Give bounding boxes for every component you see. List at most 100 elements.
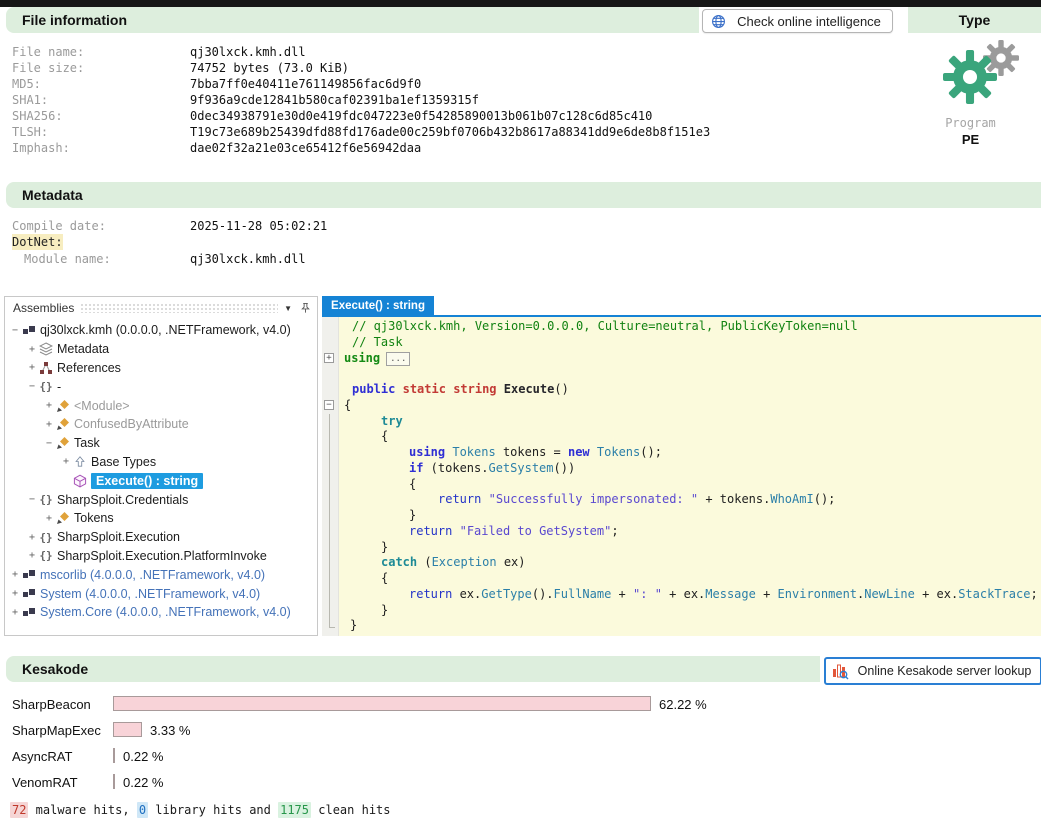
code-line: +using... (322, 351, 1041, 367)
code-token: (); (640, 445, 662, 459)
tree-expander[interactable]: + (43, 400, 55, 411)
code-line: } (322, 618, 1041, 634)
tree-item[interactable]: +ConfusedByAttribute (5, 415, 317, 434)
summary-text: library hits and (148, 803, 278, 817)
tree-item[interactable]: − Task (5, 434, 317, 453)
tree-item[interactable]: +Metadata (5, 340, 317, 359)
code-token: { (409, 477, 416, 491)
lookup-chart-icon (831, 662, 849, 680)
tree-item-label: Base Types (91, 455, 156, 469)
kesakode-result-row: VenomRAT0.22 % (0, 774, 1041, 792)
tree-item[interactable]: + Tokens (5, 509, 317, 528)
tree-expander[interactable]: + (26, 344, 38, 355)
field-label: TLSH: (12, 124, 48, 140)
metadata-title: Metadata (6, 187, 83, 203)
code-gutter-cell (322, 492, 338, 508)
check-online-intelligence-button[interactable]: Check online intelligence (702, 9, 893, 33)
fold-marker[interactable]: + (324, 353, 334, 363)
field-label: DotNet: (12, 234, 63, 250)
tree-expander[interactable]: + (60, 456, 72, 467)
tree-expander[interactable]: + (9, 569, 21, 580)
tree-item[interactable]: +System.Core (4.0.0.0, .NETFramework, v4… (5, 603, 317, 622)
code-token: "Successfully impersonated: " (489, 492, 699, 506)
tab-execute-string[interactable]: Execute() : string (322, 296, 434, 315)
tree-expander[interactable]: + (9, 588, 21, 599)
code-gutter-cell: + (322, 351, 338, 367)
kesakode-button-label: Online Kesakode server lookup (858, 664, 1032, 678)
file-information-title: File information (6, 12, 127, 28)
tree-expander[interactable]: + (26, 550, 38, 561)
code-line: if (tokens.GetSystem()) (322, 461, 1041, 477)
tree-expander[interactable]: + (9, 607, 21, 618)
chevron-down-icon[interactable]: ▼ (284, 304, 292, 313)
tree-item[interactable]: −{}- (5, 377, 317, 396)
code-text: return "Successfully impersonated: " + t… (338, 492, 835, 508)
tree-item-label: Tokens (74, 511, 114, 525)
tree-expander[interactable]: + (26, 532, 38, 543)
code-line: } (322, 540, 1041, 556)
field-label: File name: (12, 44, 84, 60)
fold-marker[interactable]: − (324, 400, 334, 410)
tree-expander[interactable]: + (43, 513, 55, 524)
tree-item[interactable]: +{}SharpSploit.Execution.PlatformInvoke (5, 547, 317, 566)
metadata-row: Compile date:2025-11-28 05:02:21 (0, 218, 1041, 234)
code-gutter-cell (322, 366, 338, 382)
code-gutter-cell: − (322, 398, 338, 414)
code-gutter-cell (322, 587, 338, 603)
file-info-row: File size:74752 bytes (73.0 KiB) (0, 60, 1041, 76)
decompiled-code-area[interactable]: // qj30lxck.kmh, Version=0.0.0.0, Cultur… (322, 317, 1041, 636)
code-token: + (756, 587, 778, 601)
tree-item[interactable]: +References (5, 359, 317, 378)
match-name: VenomRAT (12, 775, 78, 790)
tree-item[interactable]: + <Module> (5, 396, 317, 415)
code-gutter-cell (322, 508, 338, 524)
code-token: NewLine (864, 587, 915, 601)
field-value: qj30lxck.kmh.dll (190, 44, 306, 60)
kesakode-result-row: SharpBeacon62.22 % (0, 696, 1041, 714)
tree-item[interactable]: +mscorlib (4.0.0.0, .NETFramework, v4.0) (5, 565, 317, 584)
field-value: qj30lxck.kmh.dll (190, 251, 306, 267)
tree-item[interactable]: −{}SharpSploit.Credentials (5, 490, 317, 509)
panel-grip-texture (80, 303, 278, 313)
file-information-header: File information (6, 7, 699, 33)
tree-item[interactable]: +System (4.0.0.0, .NETFramework, v4.0) (5, 584, 317, 603)
type-header: Type (908, 7, 1041, 33)
metadata-row: Module name:qj30lxck.kmh.dll (0, 251, 1041, 267)
tree-expander[interactable]: − (26, 381, 38, 392)
tree-item-label: <Module> (74, 399, 130, 413)
match-bar (113, 748, 115, 763)
code-text: // qj30lxck.kmh, Version=0.0.0.0, Cultur… (338, 319, 858, 335)
tree-expander[interactable]: − (9, 325, 21, 336)
code-token: catch (381, 555, 417, 569)
code-token: ": " (633, 587, 662, 601)
tree-expander[interactable]: − (43, 438, 55, 449)
tree-expander[interactable]: + (26, 362, 38, 373)
class-icon (55, 417, 71, 431)
code-token: ; (611, 524, 618, 538)
references-icon (38, 361, 54, 375)
match-percent: 0.22 % (123, 749, 163, 764)
metadata-icon (38, 342, 54, 356)
code-token: Tokens (452, 445, 495, 459)
tree-item[interactable]: +{}SharpSploit.Execution (5, 528, 317, 547)
kesakode-result-row: SharpMapExec3.33 % (0, 722, 1041, 740)
tree-item-label: Task (74, 436, 100, 450)
match-bar (113, 722, 142, 737)
tree-item[interactable]: Execute() : string (5, 471, 317, 490)
tree-expander[interactable]: − (26, 494, 38, 505)
file-info-row: SHA1:9f936a9cde12841b580caf02391ba1ef135… (0, 92, 1041, 108)
pin-icon[interactable] (300, 302, 311, 314)
code-gutter-cell (322, 445, 338, 461)
kesakode-lookup-button[interactable]: Online Kesakode server lookup (824, 657, 1041, 685)
field-label: SHA256: (12, 108, 63, 124)
tree-item-label: SharpSploit.Execution (57, 530, 180, 544)
match-name: SharpBeacon (12, 697, 91, 712)
code-token: (tokens. (423, 461, 488, 475)
tree-item[interactable]: + Base Types (5, 453, 317, 472)
file-info-row: TLSH:T19c73e689b25439dfd88fd176ade00c259… (0, 124, 1041, 140)
code-token: ()) (554, 461, 576, 475)
assemblies-title: Assemblies (13, 301, 74, 315)
tree-expander[interactable]: + (43, 419, 55, 430)
tree-item[interactable]: −qj30lxck.kmh (0.0.0.0, .NETFramework, v… (5, 321, 317, 340)
globe-icon (711, 14, 726, 29)
